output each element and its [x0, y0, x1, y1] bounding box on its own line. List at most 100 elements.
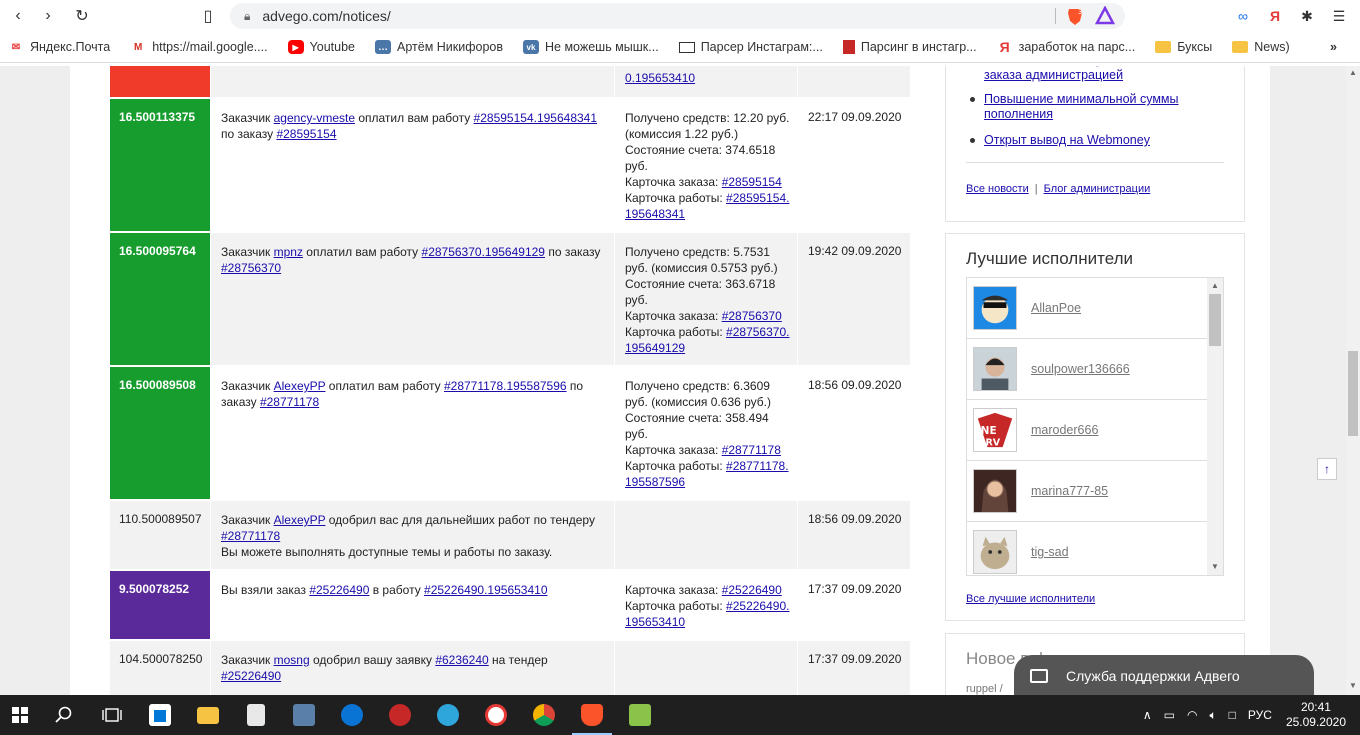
- file-explorer-icon[interactable]: [184, 695, 232, 735]
- work-link[interactable]: #28756370.195649129: [422, 245, 545, 259]
- avatar: [973, 469, 1017, 513]
- telegram-icon[interactable]: [424, 695, 472, 735]
- forward-icon[interactable]: ›: [32, 0, 64, 32]
- bookmark-item[interactable]: Mhttps://mail.google....: [130, 40, 268, 54]
- scroll-thumb[interactable]: [1348, 351, 1358, 436]
- table-row: 16.500095764 Заказчик mpnz оплатил вам р…: [110, 233, 910, 365]
- windows-start-icon[interactable]: [0, 695, 40, 735]
- scroll-up-icon[interactable]: ▲: [1211, 281, 1219, 290]
- scroll-thumb[interactable]: [1209, 294, 1221, 346]
- news-item[interactable]: Открыт вывод на Webmoney: [966, 133, 1226, 148]
- volume-icon[interactable]: 🔈︎: [1209, 708, 1216, 723]
- list-item[interactable]: AllanPoe: [967, 278, 1207, 339]
- yandex-browser-icon[interactable]: [472, 695, 520, 735]
- task-view-icon[interactable]: [88, 695, 136, 735]
- performer-link[interactable]: maroder666: [1031, 423, 1098, 437]
- reload-icon[interactable]: ↻: [66, 0, 98, 32]
- language-indicator[interactable]: РУС: [1248, 708, 1272, 722]
- app-icon[interactable]: [280, 695, 328, 735]
- bookmark-item[interactable]: Парсер Инстаграм:...: [678, 40, 823, 54]
- bookmark-folder[interactable]: Буксы: [1155, 40, 1212, 54]
- news-links: Все новости | Блог администрации: [966, 183, 1151, 195]
- order-link[interactable]: #28756370: [221, 261, 281, 275]
- work-link[interactable]: #28595154.195648341: [474, 111, 597, 125]
- order-card-link[interactable]: #28595154: [722, 175, 782, 189]
- battery-icon[interactable]: ▭: [1164, 708, 1175, 722]
- list-item[interactable]: NE RV maroder666: [967, 400, 1207, 461]
- menu-icon[interactable]: ☰: [1329, 6, 1349, 26]
- news-item[interactable]: Повышение минимальной суммы пополнения: [966, 92, 1226, 122]
- order-link[interactable]: #28595154: [276, 127, 336, 141]
- scroll-down-icon[interactable]: ▼: [1211, 562, 1219, 571]
- yandex-ext-icon[interactable]: Я: [1265, 6, 1285, 26]
- chrome-icon[interactable]: [520, 695, 568, 735]
- list-item[interactable]: tig-sad: [967, 522, 1207, 575]
- customer-link[interactable]: AlexeyPP: [274, 513, 326, 527]
- performer-link[interactable]: marina777-85: [1031, 484, 1108, 498]
- more-bookmarks-icon[interactable]: »: [1330, 40, 1337, 54]
- news-item[interactable]: Заказ платный: отправление описание зака…: [966, 66, 1226, 83]
- performers-list[interactable]: AllanPoe soulpower136666 NE RV maroder666…: [966, 277, 1224, 576]
- tender-link[interactable]: #28771178: [221, 529, 280, 543]
- clock[interactable]: 20:41 25.09.2020: [1286, 700, 1346, 730]
- brave-shield-icon[interactable]: 3: [1065, 6, 1085, 26]
- work-link[interactable]: 0.195653410: [625, 71, 695, 85]
- performer-link[interactable]: tig-sad: [1031, 545, 1069, 559]
- bookmark-item[interactable]: Язаработок на парс...: [997, 39, 1136, 55]
- search-icon[interactable]: [40, 695, 88, 735]
- customer-link[interactable]: mosng: [274, 653, 310, 667]
- list-scrollbar[interactable]: ▲ ▼: [1207, 278, 1223, 575]
- scroll-up-icon[interactable]: ▲: [1349, 68, 1357, 77]
- performer-link[interactable]: AllanPoe: [1031, 301, 1081, 315]
- sync-icon[interactable]: ∞: [1233, 6, 1253, 26]
- performer-link[interactable]: soulpower136666: [1031, 362, 1130, 376]
- order-link[interactable]: #28771178: [260, 395, 319, 409]
- bookmark-item[interactable]: ✉ Яндекс.Почта: [8, 40, 110, 54]
- store-icon[interactable]: [136, 695, 184, 735]
- bookmark-item[interactable]: ▶ Youtube: [287, 40, 355, 54]
- bookmark-item[interactable]: Парсинг в инстагр...: [842, 40, 977, 54]
- work-link[interactable]: #28771178.195587596: [444, 379, 567, 393]
- support-chat-button[interactable]: Служба поддержки Адвего: [1014, 655, 1314, 697]
- scroll-down-icon[interactable]: ▼: [1349, 681, 1357, 690]
- address-bar[interactable]: 🔒︎ advego.com/notices/ 3: [230, 3, 1125, 29]
- bookmark-icon[interactable]: ▯: [192, 0, 224, 32]
- bookmark-item[interactable]: … Артём Никифоров: [375, 40, 503, 54]
- notice-id: 9.500078252: [110, 571, 210, 639]
- notification-icon[interactable]: □: [1229, 708, 1236, 722]
- list-item[interactable]: soulpower136666: [967, 339, 1207, 400]
- all-news-link[interactable]: Все новости: [966, 183, 1029, 195]
- admin-blog-link[interactable]: Блог администрации: [1044, 183, 1151, 195]
- calculator-icon[interactable]: [232, 695, 280, 735]
- forum-item[interactable]: ruppel /: [966, 683, 1003, 695]
- page-scrollbar[interactable]: ▲ ▼: [1346, 66, 1360, 695]
- customer-link[interactable]: agency-vmeste: [274, 111, 355, 125]
- table-row: 0.195653410: [110, 66, 910, 97]
- brave-icon[interactable]: [568, 695, 616, 735]
- chevron-up-icon[interactable]: ∧: [1143, 708, 1152, 722]
- work-link[interactable]: #25226490.195653410: [424, 583, 547, 597]
- scroll-top-button[interactable]: ↑: [1317, 458, 1337, 480]
- tender-link[interactable]: #25226490: [221, 669, 281, 683]
- notepad-icon[interactable]: [616, 695, 664, 735]
- notice-id: 110.500089507: [110, 501, 210, 569]
- order-card-link[interactable]: #25226490: [722, 583, 782, 597]
- order-link[interactable]: #25226490: [309, 583, 369, 597]
- vk-icon: vk: [523, 40, 539, 54]
- order-card-link[interactable]: #28771178: [722, 443, 781, 457]
- svg-text:3: 3: [1078, 8, 1082, 16]
- bookmark-folder[interactable]: News): [1232, 40, 1290, 54]
- wifi-icon[interactable]: ◠: [1187, 708, 1197, 722]
- brave-rewards-icon[interactable]: [1095, 6, 1115, 26]
- customer-link[interactable]: mpnz: [274, 245, 303, 259]
- extensions-icon[interactable]: ✱: [1297, 6, 1317, 26]
- bid-link[interactable]: #6236240: [435, 653, 488, 667]
- edge-icon[interactable]: [328, 695, 376, 735]
- bookmark-item[interactable]: vk Не можешь мышк...: [523, 40, 659, 54]
- all-best-link[interactable]: Все лучшие исполнители: [966, 593, 1095, 605]
- media-player-icon[interactable]: [376, 695, 424, 735]
- list-item[interactable]: marina777-85: [967, 461, 1207, 522]
- back-icon[interactable]: ‹: [2, 0, 34, 32]
- order-card-link[interactable]: #28756370: [722, 309, 782, 323]
- customer-link[interactable]: AlexeyPP: [274, 379, 326, 393]
